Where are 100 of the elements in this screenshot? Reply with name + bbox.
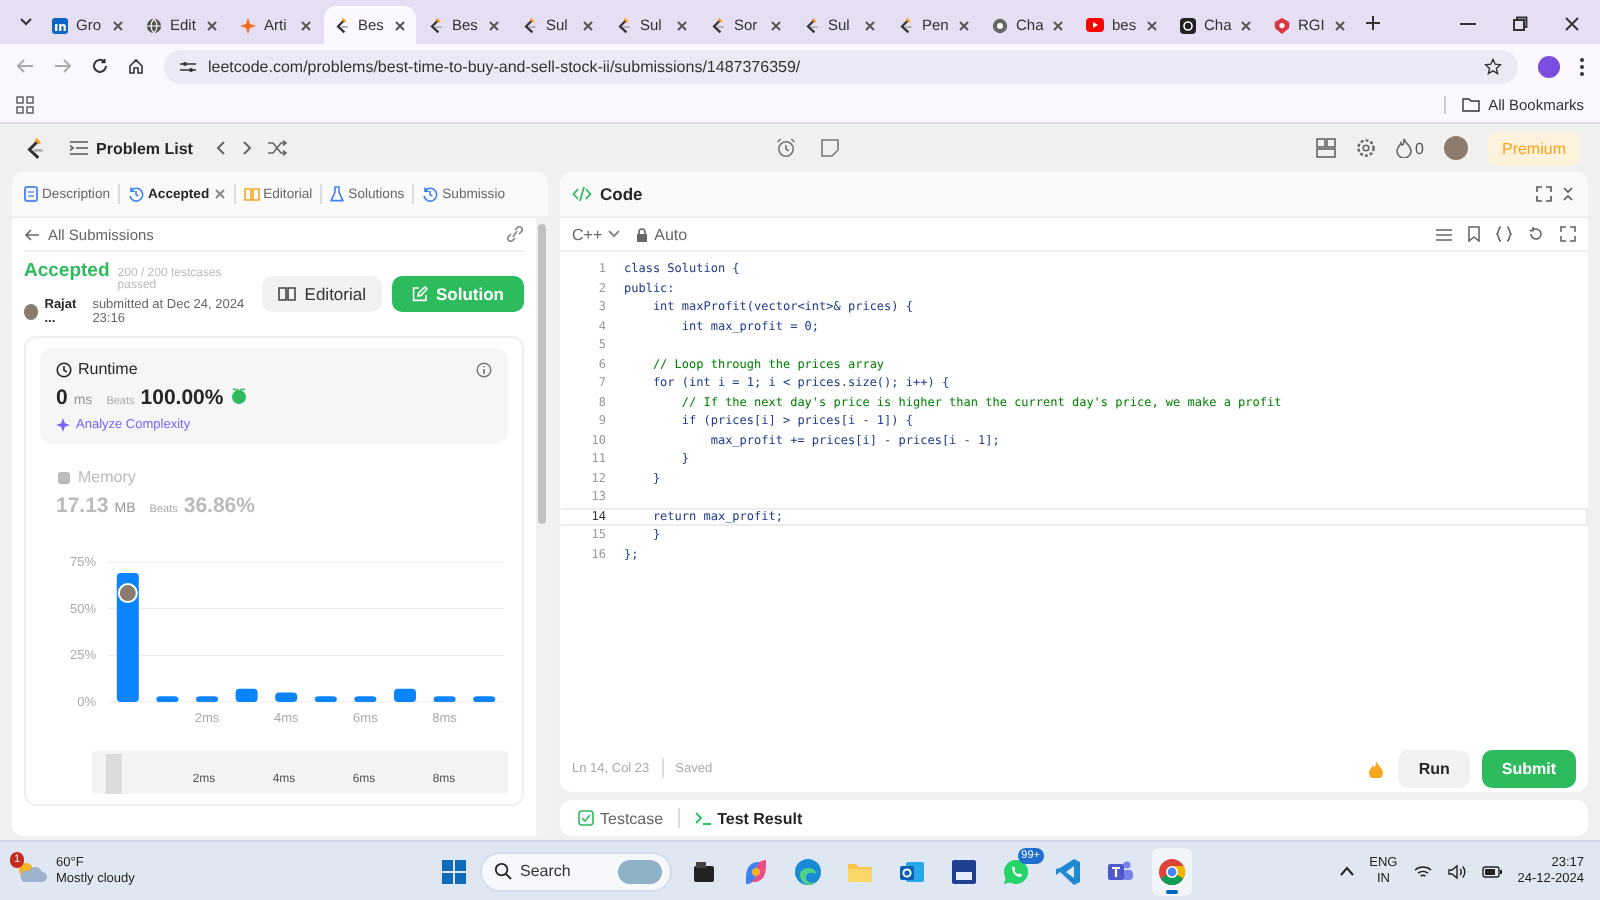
tune-icon[interactable] (180, 59, 196, 73)
close-icon[interactable] (488, 19, 500, 31)
chart-bar[interactable] (433, 696, 456, 702)
ribbon-logo-icon[interactable] (1052, 855, 1084, 887)
layout-icon[interactable] (1315, 138, 1336, 158)
knot-logo-icon (1180, 17, 1196, 33)
search-field[interactable]: Search (480, 851, 672, 891)
bracket-logo-icon (522, 17, 538, 33)
chevron-up-icon[interactable] (1339, 866, 1354, 876)
close-icon[interactable] (958, 19, 970, 31)
chart-bar[interactable] (394, 688, 416, 702)
restore-icon[interactable] (1512, 16, 1528, 32)
scrollbar[interactable] (536, 218, 548, 836)
reload-icon[interactable] (92, 58, 108, 74)
chart-bar[interactable] (235, 688, 258, 702)
sparkle-icon (56, 418, 70, 432)
tile-logo-icon[interactable] (948, 855, 980, 887)
bracket-logo-icon (804, 17, 820, 33)
book-icon (278, 285, 297, 301)
close-icon[interactable] (112, 19, 124, 31)
fullscreen-icon[interactable] (1560, 226, 1576, 242)
reset-icon[interactable] (1528, 226, 1544, 242)
close-icon[interactable] (1334, 19, 1346, 31)
run-button[interactable]: Run (1398, 749, 1470, 787)
close-icon[interactable] (1146, 19, 1158, 31)
circle-logo-icon[interactable] (1156, 855, 1188, 887)
collapse-icon[interactable] (1560, 186, 1576, 202)
windows-logo-icon[interactable] (440, 857, 468, 885)
chevron-right-icon[interactable] (242, 140, 253, 156)
apps-grid-icon[interactable] (16, 96, 34, 114)
clapper-icon[interactable] (690, 857, 718, 885)
chevron-down-icon (608, 230, 621, 238)
expand-icon[interactable] (1536, 186, 1552, 202)
info-icon[interactable] (476, 361, 492, 377)
speaker-icon[interactable] (1447, 863, 1466, 879)
console-tab[interactable]: Test Result (687, 809, 809, 827)
history-icon (422, 186, 439, 202)
link-icon[interactable] (506, 226, 524, 242)
bookmark-icon[interactable] (1468, 226, 1480, 242)
bracket-logo-icon (24, 137, 46, 159)
user-avatar (24, 304, 39, 320)
star-icon[interactable] (1484, 57, 1502, 75)
settings-icon[interactable] (1355, 138, 1376, 158)
lock-icon (636, 227, 649, 241)
metric-value: 17.13 (56, 494, 109, 518)
note-icon[interactable] (820, 138, 841, 158)
book-icon (243, 186, 260, 202)
cloud-icon[interactable] (16, 859, 48, 883)
caret-icon (20, 18, 32, 26)
close-icon[interactable] (582, 19, 594, 31)
language-dropdown[interactable]: C++ (572, 225, 621, 243)
streak-count: 0 (1415, 139, 1424, 157)
close-icon[interactable] (864, 19, 876, 31)
swirl-logo-icon[interactable] (740, 855, 772, 887)
search-input[interactable]: Search (520, 862, 592, 880)
chart-bar[interactable] (314, 696, 337, 702)
user-avatar[interactable] (1443, 136, 1468, 160)
checkbox-icon (578, 810, 594, 826)
chart-bar[interactable] (275, 692, 298, 702)
phone-bubble-icon[interactable] (1000, 855, 1032, 887)
chart-bar[interactable] (156, 696, 179, 702)
globe-icon (146, 17, 162, 33)
chevron-left-icon[interactable] (216, 140, 227, 156)
list-icon[interactable] (1436, 227, 1452, 241)
home-icon[interactable] (128, 58, 144, 74)
address-bar[interactable]: leetcode.com/problems/best-time-to-buy-and-sell-stock-ii/submissions/1487376359/ (164, 49, 1518, 83)
brush-handle[interactable] (106, 754, 122, 794)
close-icon[interactable] (676, 19, 688, 31)
sprout-icon (229, 388, 248, 404)
editorial-button[interactable]: Editorial (262, 275, 382, 311)
beats-percent: 100.00% (140, 386, 224, 410)
search-icon (494, 862, 512, 880)
photo-placeholder (618, 859, 662, 883)
close-icon[interactable] (1052, 19, 1064, 31)
chip-icon (56, 469, 72, 485)
chart-bar[interactable] (196, 696, 218, 702)
close-icon[interactable] (394, 19, 406, 31)
wave-logo-icon[interactable] (792, 855, 824, 887)
alarm-clock-icon[interactable] (776, 138, 797, 158)
wifi-icon[interactable] (1413, 863, 1432, 879)
profile-avatar[interactable] (1538, 55, 1560, 77)
chart-bar[interactable] (354, 696, 377, 702)
avatar-marker (117, 583, 138, 604)
close-icon[interactable] (1240, 19, 1252, 31)
back-arrow-icon[interactable] (24, 227, 40, 241)
starburst-icon (240, 17, 256, 33)
list-icon (70, 140, 88, 156)
close-icon[interactable] (770, 19, 782, 31)
document-icon (24, 186, 38, 202)
braces-icon[interactable] (1496, 226, 1512, 242)
close-icon[interactable] (206, 19, 218, 31)
console-tab[interactable]: Testcase (572, 809, 670, 827)
close-icon[interactable] (300, 19, 312, 31)
play-logo-icon (1086, 18, 1104, 32)
shuffle-icon[interactable] (268, 140, 289, 156)
battery-icon[interactable] (1481, 865, 1502, 877)
chart-bar[interactable] (473, 696, 496, 702)
problem-list-button[interactable]: Problem List (62, 139, 201, 157)
minimize-icon[interactable] (1460, 22, 1476, 26)
close-icon[interactable] (1564, 16, 1580, 32)
